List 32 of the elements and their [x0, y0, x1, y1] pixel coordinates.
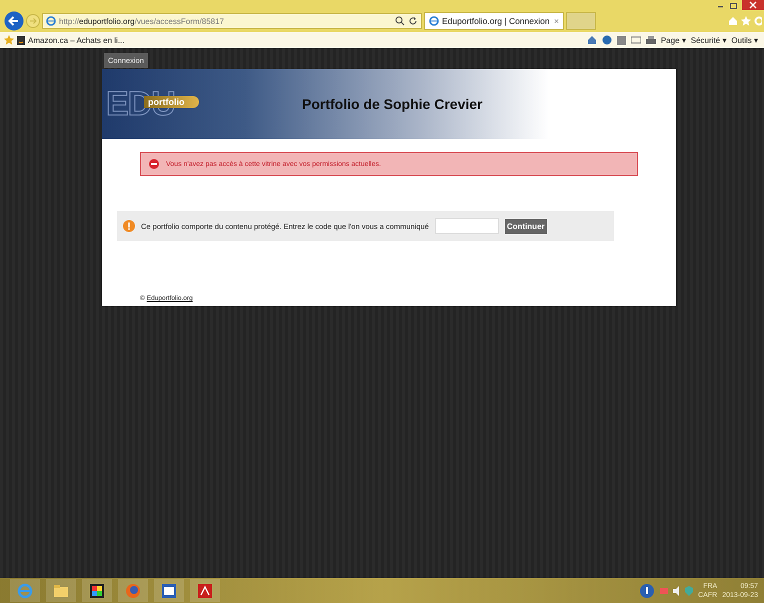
ie-icon: [46, 16, 56, 26]
continue-button[interactable]: Continuer: [504, 218, 547, 234]
amazon-icon: [17, 36, 25, 44]
star-icon[interactable]: [4, 35, 14, 45]
back-icon[interactable]: [4, 11, 24, 31]
help-icon[interactable]: [639, 582, 656, 598]
command-menu[interactable]: Outils ▾: [731, 36, 758, 44]
mail-icon[interactable]: [630, 35, 641, 45]
close-tab-button[interactable]: ×: [554, 16, 559, 26]
refresh-icon[interactable]: [408, 16, 418, 26]
star-icon[interactable]: [741, 16, 751, 26]
page-title: Portfolio de Sophie Crevier: [302, 96, 482, 112]
ie-icon: [429, 16, 439, 26]
error-icon: [149, 159, 159, 169]
word-icon[interactable]: [161, 582, 177, 598]
browser-tab[interactable]: Eduportfolio.org | Connexion ×: [424, 12, 564, 30]
restore-icon[interactable]: [729, 0, 738, 10]
command-menu[interactable]: Sécurité ▾: [690, 36, 726, 44]
folder-icon[interactable]: [53, 582, 69, 598]
search-icon[interactable]: [395, 16, 405, 26]
close-icon[interactable]: [742, 0, 764, 10]
pdf-icon[interactable]: [197, 582, 213, 598]
volume-icon[interactable]: [673, 586, 680, 596]
app-icon[interactable]: [89, 582, 105, 598]
print-icon[interactable]: [646, 36, 656, 44]
warning-icon: [123, 220, 135, 232]
home-icon[interactable]: [586, 35, 597, 45]
address-field[interactable]: http://eduportfolio.org/vues/accessForm/85817: [42, 13, 422, 29]
code-input[interactable]: [434, 218, 499, 234]
firefox-icon[interactable]: [125, 582, 141, 598]
favorites-link[interactable]: Amazon.ca – Achats en li...: [17, 36, 124, 44]
command-menu[interactable]: Page ▾: [660, 36, 686, 44]
